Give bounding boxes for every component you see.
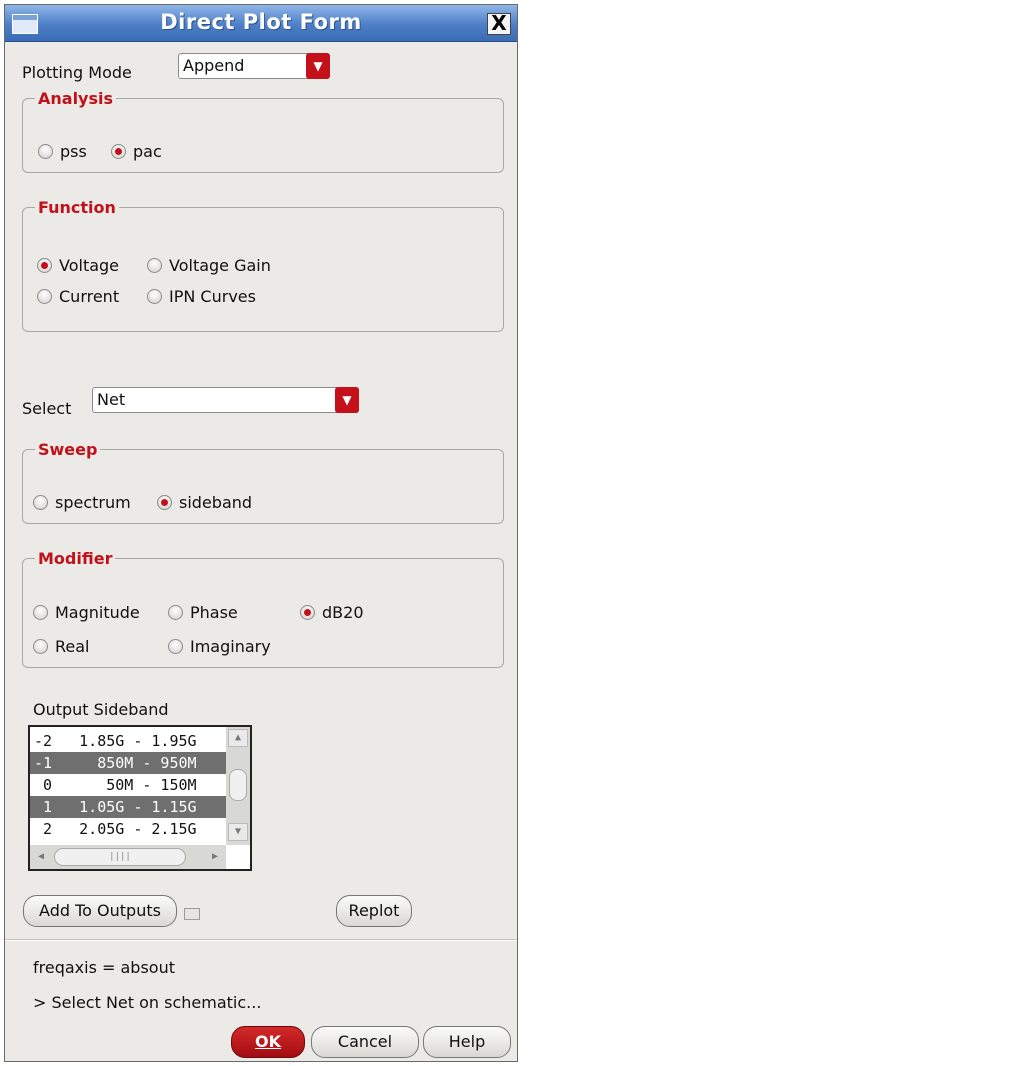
sideband-index: 2 xyxy=(43,820,53,838)
radio-ipn-curves-label: IPN Curves xyxy=(169,287,256,306)
add-to-outputs-checkbox[interactable] xyxy=(184,908,200,920)
list-item-selected[interactable]: 1 1.05G - 1.15G xyxy=(30,796,226,818)
radio-off-icon xyxy=(33,495,48,510)
radio-off-icon xyxy=(168,605,183,620)
list-item-selected[interactable]: -1 850M - 950M xyxy=(30,752,226,774)
direct-plot-form-window: Direct Plot Form X Plotting Mode Append … xyxy=(4,4,518,1062)
plotting-mode-select[interactable]: Append ▼ xyxy=(178,53,330,79)
radio-magnitude-label: Magnitude xyxy=(55,603,140,622)
radio-db20-label: dB20 xyxy=(322,603,364,622)
ok-label: OK xyxy=(255,1032,281,1051)
cancel-label: Cancel xyxy=(337,1032,393,1051)
scroll-right-icon[interactable]: ▶ xyxy=(206,848,224,866)
status-prompt: > Select Net on schematic... xyxy=(33,993,262,1012)
ok-button[interactable]: OK xyxy=(231,1026,305,1058)
output-sideband-label: Output Sideband xyxy=(33,700,169,719)
sideband-index: 1 xyxy=(43,798,53,816)
add-to-outputs-button[interactable]: Add To Outputs xyxy=(23,895,177,927)
divider xyxy=(5,939,517,941)
scroll-thumb[interactable]: |||| xyxy=(54,848,186,866)
sideband-range: 1.05G - 1.15G xyxy=(79,798,197,816)
close-button[interactable]: X xyxy=(487,13,511,35)
vertical-scrollbar[interactable]: ▲ ▼ xyxy=(226,727,250,845)
radio-current-label: Current xyxy=(59,287,120,306)
analysis-title: Analysis xyxy=(35,89,117,108)
plotting-mode-value: Append xyxy=(183,56,245,75)
select-label: Select xyxy=(22,399,72,418)
list-item[interactable]: 2 2.05G - 2.15G xyxy=(30,818,226,840)
cancel-button[interactable]: Cancel xyxy=(311,1026,419,1058)
modifier-title: Modifier xyxy=(35,549,116,568)
radio-real-label: Real xyxy=(55,637,90,656)
radio-pss-label: pss xyxy=(60,142,87,161)
freqaxis-text: freqaxis = absout xyxy=(33,958,175,977)
dropdown-arrow-icon[interactable]: ▼ xyxy=(306,53,330,79)
sideband-range: 2.05G - 2.15G xyxy=(79,820,197,838)
radio-on-icon xyxy=(157,495,172,510)
output-sideband-list[interactable]: -2 1.85G - 1.95G -1 850M - 950M 0 50M - … xyxy=(28,725,252,871)
analysis-group: Analysis xyxy=(22,89,504,173)
list-item[interactable]: 0 50M - 150M xyxy=(30,774,226,796)
window-title: Direct Plot Form xyxy=(160,10,362,34)
dropdown-arrow-icon[interactable]: ▼ xyxy=(335,387,359,413)
sideband-range: 1.85G - 1.95G xyxy=(79,732,197,750)
radio-off-icon xyxy=(168,639,183,654)
function-title: Function xyxy=(35,198,119,217)
scroll-thumb[interactable] xyxy=(229,769,247,801)
sideband-range: 50M - 150M xyxy=(106,776,197,794)
radio-off-icon xyxy=(147,289,162,304)
replot-button[interactable]: Replot xyxy=(336,895,412,927)
sweep-title: Sweep xyxy=(35,440,101,459)
radio-off-icon xyxy=(33,639,48,654)
radio-on-icon xyxy=(111,144,126,159)
sweep-group: Sweep xyxy=(22,440,504,524)
radio-on-icon xyxy=(300,605,315,620)
radio-off-icon xyxy=(33,605,48,620)
radio-imaginary-label: Imaginary xyxy=(190,637,271,656)
radio-off-icon xyxy=(147,258,162,273)
scroll-up-icon[interactable]: ▲ xyxy=(228,729,248,747)
plotting-mode-label: Plotting Mode xyxy=(22,63,132,82)
help-label: Help xyxy=(448,1032,486,1051)
select-value: Net xyxy=(97,390,126,409)
radio-sideband-label: sideband xyxy=(179,493,253,512)
radio-off-icon xyxy=(38,144,53,159)
title-bar[interactable]: Direct Plot Form X xyxy=(5,5,517,42)
radio-on-icon xyxy=(37,258,52,273)
radio-voltage-gain-label: Voltage Gain xyxy=(169,256,271,275)
sideband-index: 0 xyxy=(43,776,53,794)
sideband-index: -1 xyxy=(34,754,53,772)
sideband-index: -2 xyxy=(34,732,53,750)
radio-off-icon xyxy=(37,289,52,304)
list-item[interactable]: -2 1.85G - 1.95G xyxy=(30,730,226,752)
sideband-range: 850M - 950M xyxy=(97,754,197,772)
radio-voltage-label: Voltage xyxy=(59,256,120,275)
help-button[interactable]: Help xyxy=(423,1026,511,1058)
radio-phase-label: Phase xyxy=(190,603,238,622)
scroll-left-icon[interactable]: ◀ xyxy=(32,848,50,866)
radio-spectrum-label: spectrum xyxy=(55,493,131,512)
horizontal-scrollbar[interactable]: ◀ |||| ▶ xyxy=(30,845,226,869)
radio-pac-label: pac xyxy=(133,142,162,161)
scroll-down-icon[interactable]: ▼ xyxy=(228,823,248,841)
select-dropdown[interactable]: Net ▼ xyxy=(92,387,359,413)
